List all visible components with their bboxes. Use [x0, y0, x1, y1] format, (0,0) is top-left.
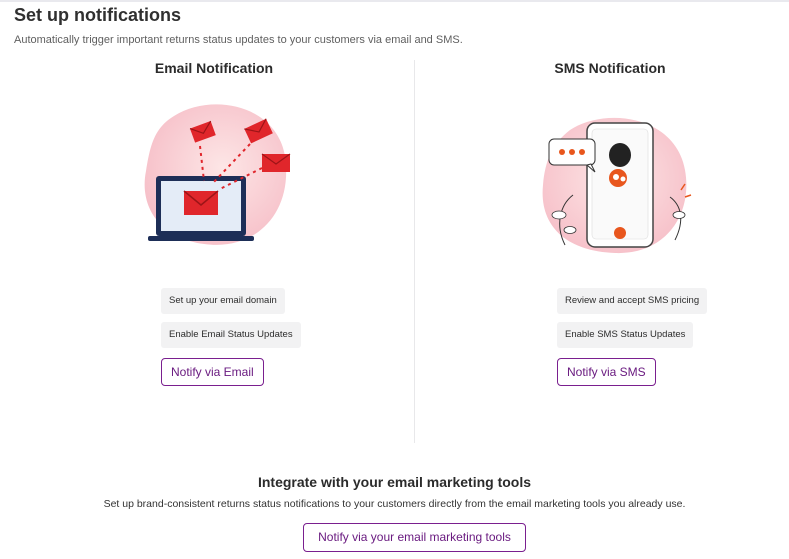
integrate-description: Set up brand-consistent returns status n…	[103, 498, 686, 510]
notify-via-marketing-tools-button[interactable]: Notify via your email marketing tools	[303, 523, 526, 552]
email-step-domain: Set up your email domain	[161, 288, 285, 314]
sms-illustration	[542, 117, 692, 254]
sms-step-pricing: Review and accept SMS pricing	[557, 288, 708, 314]
page-subtitle: Automatically trigger important returns …	[14, 34, 463, 46]
email-step-enable-updates: Enable Email Status Updates	[161, 322, 301, 348]
notify-via-email-button[interactable]: Notify via Email	[161, 358, 264, 386]
page-title: Set up notifications	[14, 5, 182, 25]
notify-via-sms-button[interactable]: Notify via SMS	[557, 358, 656, 386]
sms-notification-title: SMS Notification	[554, 60, 666, 76]
email-notification-title: Email Notification	[154, 60, 274, 76]
column-divider	[414, 60, 415, 443]
integrate-title: Integrate with your email marketing tool…	[257, 474, 532, 490]
top-border	[0, 0, 789, 2]
sms-step-enable-updates: Enable SMS Status Updates	[557, 322, 694, 348]
email-illustration	[144, 104, 291, 245]
